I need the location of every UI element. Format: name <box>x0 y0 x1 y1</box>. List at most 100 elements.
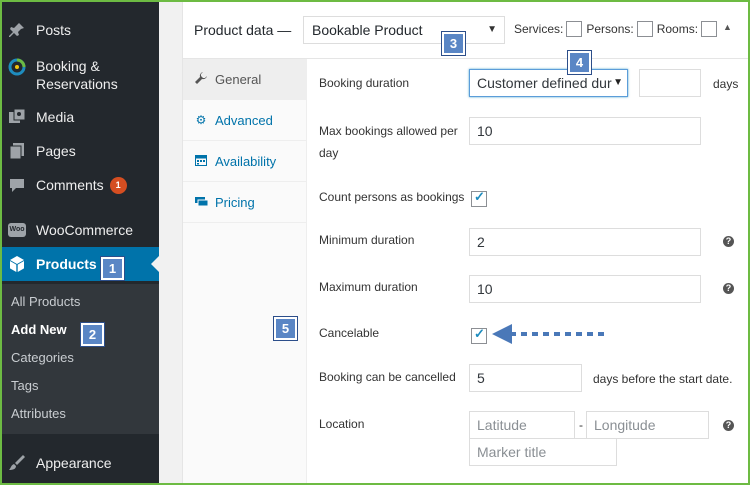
sidebar-item-booking[interactable]: Booking & Reservations <box>2 56 159 100</box>
comments-count-badge: 1 <box>109 176 127 194</box>
products-submenu: All Products Add New Categories Tags Att… <box>2 284 159 434</box>
submenu-item-attributes[interactable]: Attributes <box>11 406 66 421</box>
submenu-item-tags[interactable]: Tags <box>11 378 38 393</box>
submenu-item-all-products[interactable]: All Products <box>11 294 80 309</box>
longitude-input[interactable]: Longitude <box>586 411 709 439</box>
gear-icon: ⚙ <box>195 113 207 127</box>
tab-label: Pricing <box>215 194 255 210</box>
latitude-input[interactable]: Latitude <box>469 411 575 439</box>
sidebar-item-label: Booking & Reservations <box>36 58 118 92</box>
cube-icon <box>8 255 26 273</box>
product-type-select[interactable]: Bookable Product ▼ <box>303 16 505 44</box>
max-duration-value: 10 <box>477 281 493 297</box>
product-options: Services: Persons: Rooms: <box>514 21 721 37</box>
cancelable-label: Cancelable <box>319 326 380 340</box>
max-bookings-input[interactable]: 10 <box>469 117 701 145</box>
max-bookings-value: 10 <box>477 123 493 139</box>
cancelable-checkbox[interactable]: ✓ <box>471 326 487 344</box>
calendar-icon <box>193 154 209 169</box>
cancel-period-label: Booking can be cancelled <box>319 370 456 384</box>
booking-duration-input[interactable] <box>639 69 701 97</box>
booking-icon <box>8 58 26 76</box>
min-duration-input[interactable]: 2 <box>469 228 701 256</box>
callout-badge-4: 4 <box>568 51 591 74</box>
product-data-panel: Product data — Bookable Product ▼ Servic… <box>182 2 748 483</box>
woocommerce-logo-text: Woo <box>8 223 26 237</box>
brush-icon <box>8 454 26 472</box>
money-icon <box>193 195 209 210</box>
media-icon <box>8 108 26 126</box>
sidebar-item-label: Products <box>36 256 97 272</box>
booking-duration-label: Booking duration <box>319 76 410 90</box>
sidebar-item-label: Appearance <box>36 455 112 471</box>
help-icon[interactable]: ? <box>723 283 734 294</box>
persons-label: Persons: <box>586 22 634 36</box>
tab-availability[interactable]: Availability <box>183 141 306 182</box>
callout-badge-2: 2 <box>81 323 104 346</box>
screenshot-frame: Posts Booking & Reservations Media Pages… <box>0 0 750 485</box>
tab-advanced[interactable]: ⚙ Advanced <box>183 100 306 141</box>
max-duration-input[interactable]: 10 <box>469 275 701 303</box>
location-label: Location <box>319 417 365 431</box>
sidebar-item-appearance[interactable]: Appearance <box>2 446 159 480</box>
sidebar-item-pages[interactable]: Pages <box>2 134 159 168</box>
woocommerce-icon: Woo <box>8 221 26 239</box>
booking-duration-value: Customer defined dur <box>477 75 612 91</box>
active-menu-pointer <box>151 256 159 272</box>
booking-duration-select[interactable]: Customer defined dur ▼ <box>469 69 628 97</box>
rooms-checkbox[interactable] <box>701 21 718 37</box>
help-icon[interactable]: ? <box>723 420 734 431</box>
count-persons-checkbox[interactable]: ✓ <box>471 189 487 207</box>
sidebar-item-media[interactable]: Media <box>2 100 159 134</box>
min-duration-label: Minimum duration <box>319 233 415 247</box>
wrench-icon <box>193 71 209 87</box>
cancel-period-value: 5 <box>477 370 485 386</box>
callout-badge-3: 3 <box>442 32 465 55</box>
latitude-placeholder: Latitude <box>477 417 527 433</box>
max-bookings-label: Max bookings allowed per day <box>319 124 458 160</box>
product-data-tabs: General ⚙ Advanced Availability Pricing <box>183 59 307 483</box>
services-checkbox[interactable] <box>566 21 583 37</box>
longitude-placeholder: Longitude <box>594 417 656 433</box>
chevron-down-icon: ▼ <box>487 24 497 35</box>
tab-label: Advanced <box>215 112 273 128</box>
sidebar-item-label: Comments <box>36 177 104 193</box>
sidebar-item-comments[interactable]: Comments 1 <box>2 168 159 202</box>
marker-title-input[interactable]: Marker title <box>469 438 617 466</box>
help-icon[interactable]: ? <box>723 236 734 247</box>
marker-title-placeholder: Marker title <box>477 444 547 460</box>
tab-general[interactable]: General <box>183 59 306 100</box>
product-type-value: Bookable Product <box>312 22 423 38</box>
sidebar-item-woocommerce[interactable]: Woo WooCommerce <box>2 213 159 247</box>
comments-icon <box>8 176 26 194</box>
booking-duration-unit: days <box>713 77 739 91</box>
tab-label: General <box>215 71 262 87</box>
cancel-period-suffix: days before the start date. <box>593 372 733 386</box>
sidebar-item-label: Pages <box>36 143 76 159</box>
cancel-period-input[interactable]: 5 <box>469 364 582 392</box>
admin-sidebar: Posts Booking & Reservations Media Pages… <box>2 2 159 483</box>
sidebar-item-posts[interactable]: Posts <box>2 13 159 47</box>
pages-icon <box>8 142 26 160</box>
checkmark-icon: ✓ <box>474 189 485 204</box>
callout-badge-5: 5 <box>274 317 297 340</box>
rooms-label: Rooms: <box>656 22 699 36</box>
sidebar-item-products[interactable]: Products <box>2 247 159 281</box>
submenu-item-categories[interactable]: Categories <box>11 350 74 365</box>
submenu-item-add-new[interactable]: Add New <box>11 322 67 337</box>
location-separator: - <box>579 418 583 432</box>
pin-icon <box>8 21 26 39</box>
product-data-title: Product data — <box>194 22 292 38</box>
product-data-header: Product data — Bookable Product ▼ Servic… <box>183 2 748 59</box>
callout-badge-1: 1 <box>101 257 124 280</box>
sidebar-item-label: Posts <box>36 22 72 38</box>
sidebar-item-label: WooCommerce <box>36 222 133 238</box>
min-duration-value: 2 <box>477 234 485 250</box>
count-persons-label: Count persons as bookings <box>319 190 465 204</box>
services-label: Services: <box>514 22 564 36</box>
sidebar-item-label: Media <box>36 109 75 125</box>
dotted-arrow-icon <box>492 324 606 344</box>
collapse-up-icon[interactable]: ▲ <box>723 22 732 32</box>
persons-checkbox[interactable] <box>636 21 653 37</box>
tab-pricing[interactable]: Pricing <box>183 182 306 223</box>
